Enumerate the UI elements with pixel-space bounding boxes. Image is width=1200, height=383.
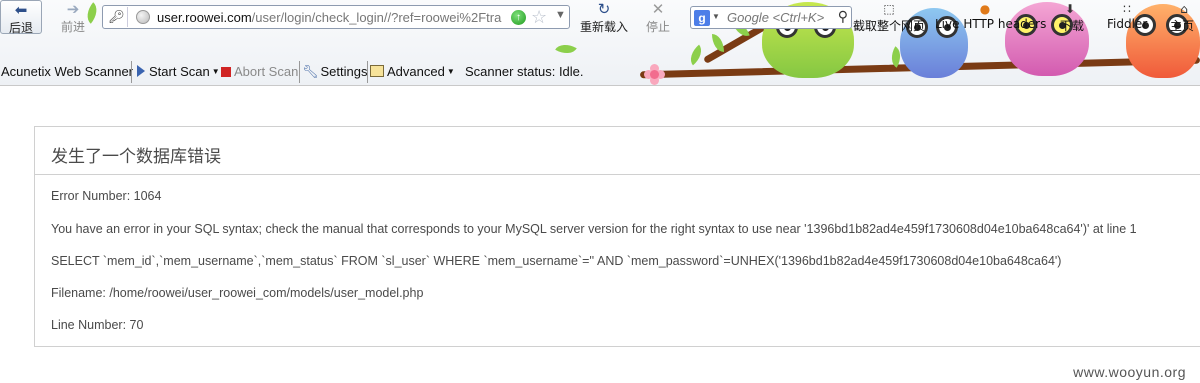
live-http-headers-button[interactable]: ● Live HTTP headers [935, 2, 1047, 31]
history-dropdown-icon[interactable]: ▼ [555, 9, 566, 21]
site-identity-icon[interactable] [136, 10, 150, 24]
search-placeholder[interactable]: Google <Ctrl+K> [727, 10, 824, 25]
advanced-dropdown-icon[interactable]: ▼ [447, 67, 455, 76]
download-arrow-icon: ⬇ [1064, 2, 1076, 16]
reload-label: 重新载入 [579, 20, 628, 34]
back-button[interactable]: ⬅ 后退 [0, 0, 42, 35]
error-line-number: Line Number: 70 [51, 318, 144, 332]
forward-label: 前进 [60, 20, 85, 34]
google-engine-icon[interactable]: g [694, 10, 710, 26]
bookmark-star-icon[interactable]: ☆ [531, 7, 547, 27]
play-icon [137, 65, 145, 77]
screenshot-button[interactable]: ⬚ 截取整个网页 [853, 2, 926, 34]
url-path: /user/login/check_login//?ref=roowei%2Ft… [251, 10, 502, 25]
start-scan-button[interactable]: Start Scan ▼ [137, 64, 220, 79]
wrench-icon: 🔧︎ [302, 64, 319, 79]
stop-square-icon [221, 67, 231, 77]
settings-label: Settings [320, 64, 368, 79]
stop-x-icon: ✕ [651, 1, 665, 18]
address-bar[interactable]: 🔑︎ user.roowei.com/user/login/check_logi… [102, 5, 570, 29]
reload-button[interactable]: ↻ 重新载入 [578, 0, 630, 36]
advanced-label: Advanced [387, 64, 445, 79]
toolbar-separator [131, 61, 132, 83]
url-host: user.roowei.com [157, 10, 252, 25]
start-scan-label: Start Scan [149, 64, 210, 79]
error-query: SELECT `mem_id`,`mem_username`,`mem_stat… [51, 254, 1062, 268]
home-label: 主页 [1170, 19, 1195, 33]
stop-button[interactable]: ✕ 停止 [636, 0, 680, 36]
scanner-status: Scanner status: Idle. [465, 64, 584, 79]
start-scan-dropdown-icon[interactable]: ▼ [212, 67, 220, 76]
live-http-headers-label: Live HTTP headers [935, 17, 1047, 31]
search-magnifier-icon[interactable]: ⚲ [838, 8, 848, 25]
home-button[interactable]: ⌂ 主页 [1170, 2, 1195, 34]
forward-button[interactable]: ➔ 前进 [48, 0, 98, 36]
advanced-icon [370, 65, 384, 77]
download-label: 下载 [1060, 19, 1085, 33]
fiddler-button[interactable]: ∷ Fiddler [1107, 2, 1148, 31]
abort-scan-label: Abort Scan [234, 64, 299, 79]
advanced-button[interactable]: Advanced ▼ [370, 64, 455, 79]
settings-button[interactable]: 🔧︎ Settings [302, 64, 368, 80]
error-number: Error Number: 1064 [51, 189, 162, 203]
screenshot-label: 截取整个网页 [853, 19, 926, 33]
back-label: 后退 [8, 21, 33, 35]
fiddler-icon: ∷ [1123, 2, 1131, 16]
engine-dropdown-icon[interactable]: ▼ [712, 12, 720, 21]
live-http-headers-icon: ● [979, 2, 991, 16]
home-icon: ⌂ [1180, 2, 1188, 16]
acunetix-toolbar: Acunetix Web Scanner Start Scan ▼ Abort S… [0, 60, 620, 84]
error-message: You have an error in your SQL syntax; ch… [51, 222, 1137, 236]
screenshot-icon: ⬚ [883, 2, 895, 16]
key-icon[interactable]: 🔑︎ [106, 7, 128, 27]
abort-scan-button[interactable]: Abort Scan [221, 64, 298, 79]
acunetix-title: Acunetix Web Scanner [1, 64, 133, 79]
toolbar-separator [367, 61, 368, 83]
go-icon[interactable]: ↑ [511, 10, 526, 25]
error-heading: 发生了一个数据库错误 [35, 127, 1200, 175]
stop-label: 停止 [645, 20, 670, 34]
toolbar-separator [299, 61, 300, 83]
fiddler-label: Fiddler [1107, 17, 1148, 31]
browser-chrome: ⬅ 后退 ➔ 前进 🔑︎ user.roowei.com/user/login/… [0, 0, 1200, 86]
forward-arrow-icon: ➔ [66, 1, 80, 18]
error-filename: Filename: /home/roowei/user_roowei_com/m… [51, 286, 424, 300]
watermark: www.wooyun.org [1073, 364, 1186, 380]
back-arrow-icon: ⬅ [14, 2, 28, 19]
reload-icon: ↻ [597, 1, 611, 18]
url-text[interactable]: user.roowei.com/user/login/check_login//… [157, 10, 557, 25]
download-button[interactable]: ⬇ 下载 [1060, 2, 1085, 34]
database-error-panel: 发生了一个数据库错误 Error Number: 1064 You have a… [34, 126, 1200, 347]
search-bar[interactable]: g ▼ Google <Ctrl+K> ⚲ [690, 6, 852, 29]
